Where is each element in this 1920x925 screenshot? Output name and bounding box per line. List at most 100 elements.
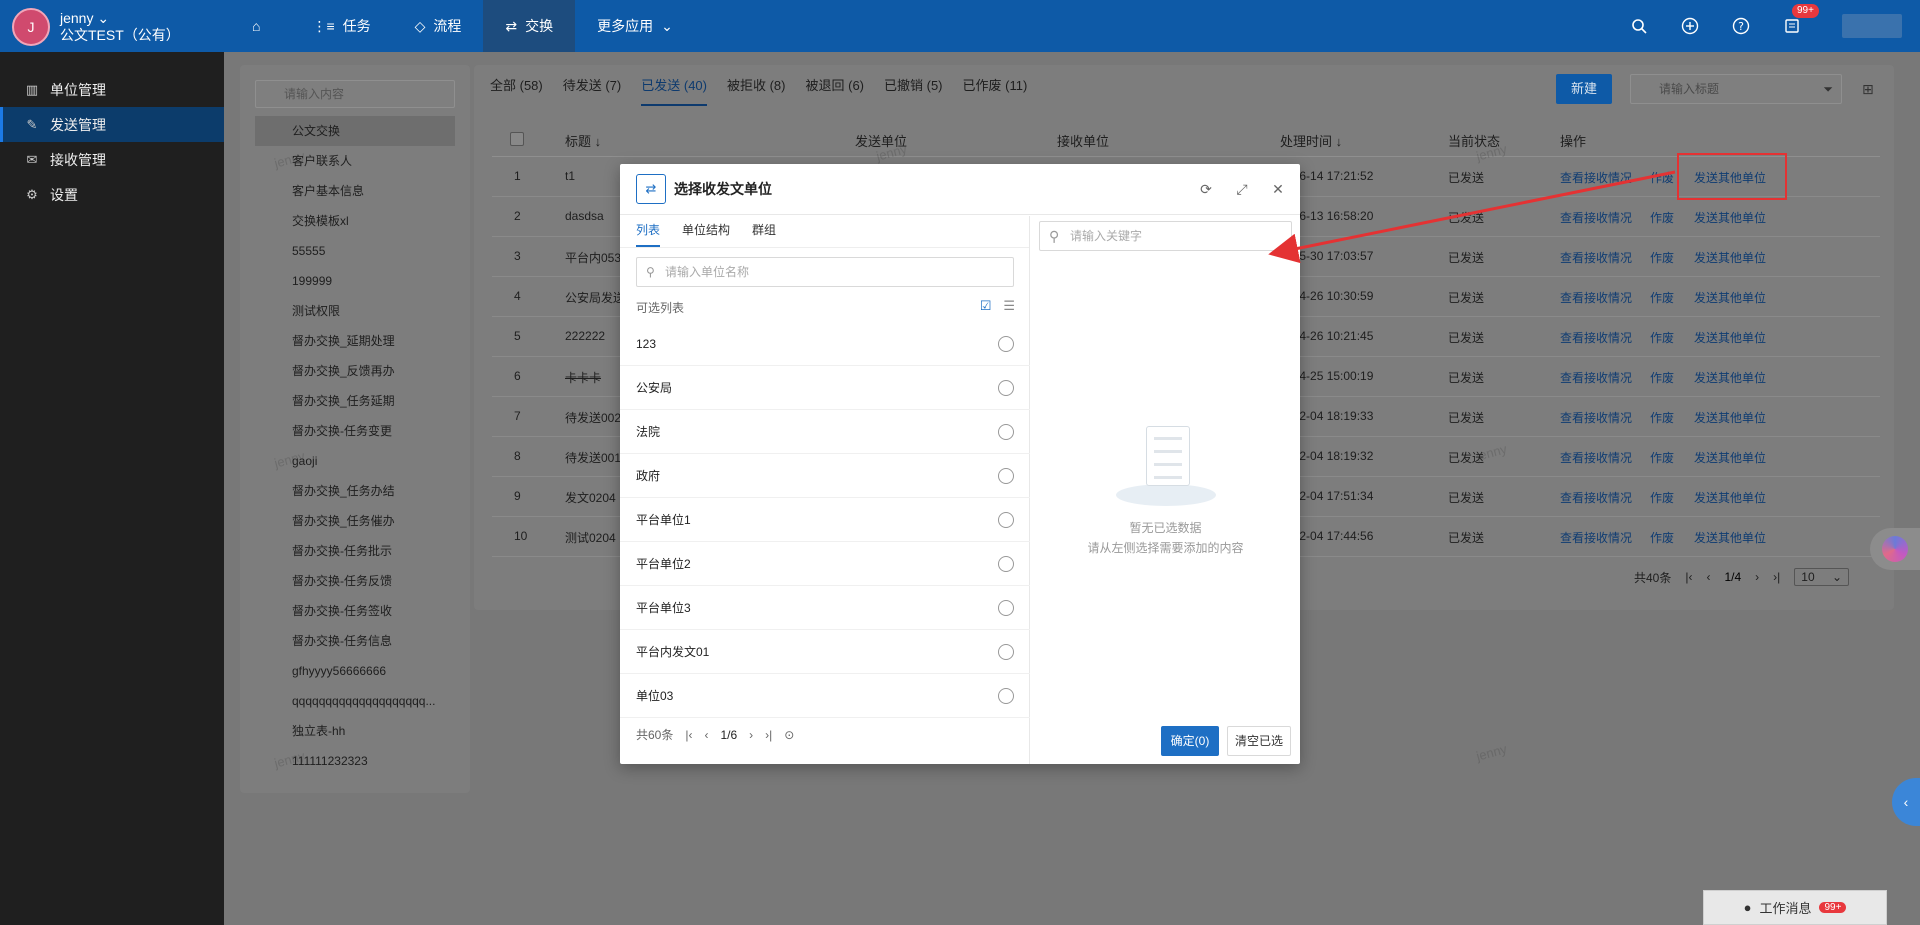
- void-link[interactable]: 作废: [1650, 489, 1674, 506]
- unit-item[interactable]: 单位03: [620, 674, 1030, 718]
- tree-item[interactable]: 督办交换_任务延期: [255, 386, 455, 416]
- tree-item[interactable]: 测试权限: [255, 296, 455, 326]
- tree-item[interactable]: 督办交换_延期处理: [255, 326, 455, 356]
- send-other-units-link[interactable]: 发送其他单位: [1694, 209, 1766, 226]
- unit-radio[interactable]: [998, 555, 1014, 572]
- add-icon[interactable]: [1680, 16, 1700, 36]
- jump-icon[interactable]: ⊙: [784, 728, 794, 742]
- user-menu[interactable]: J jenny ⌄ 公文TEST（公有）: [12, 8, 180, 46]
- void-link[interactable]: 作废: [1650, 289, 1674, 306]
- row-title[interactable]: 测试0204: [565, 529, 616, 546]
- refresh-icon[interactable]: ⟳: [1198, 181, 1214, 198]
- unit-item[interactable]: 平台单位1: [620, 498, 1030, 542]
- message-icon[interactable]: 99+: [1782, 4, 1819, 36]
- keyword-search-input[interactable]: ⚲ 请输入关键字: [1039, 221, 1292, 251]
- unit-radio[interactable]: [998, 335, 1014, 352]
- view-receipt-link[interactable]: 查看接收情况: [1560, 489, 1632, 506]
- checklist-icon[interactable]: ☑: [980, 298, 992, 314]
- next-page-icon[interactable]: ›: [749, 728, 753, 742]
- tree-item[interactable]: 督办交换-任务批示: [255, 536, 455, 566]
- view-receipt-link[interactable]: 查看接收情况: [1560, 529, 1632, 546]
- tab-unit-structure[interactable]: 单位结构: [682, 216, 730, 247]
- tab-pending[interactable]: 待发送 (7): [563, 78, 622, 106]
- unit-item[interactable]: 法院: [620, 410, 1030, 454]
- close-icon[interactable]: ✕: [1270, 181, 1286, 198]
- tab-returned[interactable]: 被退回 (6): [806, 78, 865, 106]
- work-message-bar[interactable]: ● 工作消息 99+: [1703, 890, 1887, 925]
- tree-item[interactable]: 199999: [255, 266, 455, 296]
- send-other-units-link[interactable]: 发送其他单位: [1694, 249, 1766, 266]
- tree-item[interactable]: 公文交换: [255, 116, 455, 146]
- tree-item[interactable]: 独立表-hh: [255, 716, 455, 746]
- unit-radio[interactable]: [998, 467, 1014, 484]
- tree-item[interactable]: 55555: [255, 236, 455, 266]
- view-receipt-link[interactable]: 查看接收情况: [1560, 329, 1632, 346]
- view-receipt-link[interactable]: 查看接收情况: [1560, 449, 1632, 466]
- tab-sent[interactable]: 已发送 (40): [641, 78, 707, 106]
- unit-radio[interactable]: [998, 511, 1014, 528]
- tree-search-input[interactable]: 请输入内容: [255, 80, 455, 108]
- prev-page-icon[interactable]: ‹: [704, 728, 708, 742]
- view-receipt-link[interactable]: 查看接收情况: [1560, 409, 1632, 426]
- tab-list[interactable]: 列表: [636, 216, 661, 247]
- header-title[interactable]: 标题 ↓: [565, 131, 601, 150]
- unit-radio[interactable]: [998, 379, 1014, 396]
- void-link[interactable]: 作废: [1650, 449, 1674, 466]
- tab-revoked[interactable]: 已撤销 (5): [884, 78, 943, 106]
- row-title[interactable]: 待发送002: [565, 409, 621, 426]
- unit-item[interactable]: 123: [620, 322, 1030, 366]
- send-other-units-link[interactable]: 发送其他单位: [1694, 329, 1766, 346]
- row-title[interactable]: t1: [565, 169, 575, 183]
- send-other-units-link[interactable]: 发送其他单位: [1694, 529, 1766, 546]
- menu-settings[interactable]: ⚙ 设置: [0, 177, 224, 212]
- tab-voided[interactable]: 已作废 (11): [963, 78, 1028, 106]
- first-page-icon[interactable]: |‹: [1685, 570, 1692, 584]
- view-receipt-link[interactable]: 查看接收情况: [1560, 249, 1632, 266]
- tree-item[interactable]: 督办交换_反馈再办: [255, 356, 455, 386]
- prev-page-icon[interactable]: ‹: [1706, 570, 1710, 584]
- tree-item[interactable]: 督办交换-任务信息: [255, 626, 455, 656]
- menu-receive-management[interactable]: ✉ 接收管理: [0, 142, 224, 177]
- ai-assistant-button[interactable]: [1870, 528, 1920, 570]
- void-link[interactable]: 作废: [1650, 169, 1674, 186]
- row-title[interactable]: 发文0204: [565, 489, 616, 506]
- tree-item[interactable]: qqqqqqqqqqqqqqqqqqqq...: [255, 686, 455, 716]
- send-other-units-link[interactable]: 发送其他单位: [1694, 369, 1766, 386]
- tree-item[interactable]: 督办交换_任务办结: [255, 476, 455, 506]
- void-link[interactable]: 作废: [1650, 209, 1674, 226]
- void-link[interactable]: 作废: [1650, 329, 1674, 346]
- send-other-units-link[interactable]: 发送其他单位: [1694, 289, 1766, 306]
- void-link[interactable]: 作废: [1650, 529, 1674, 546]
- first-page-icon[interactable]: |‹: [685, 728, 692, 742]
- send-other-units-link[interactable]: 发送其他单位: [1694, 449, 1766, 466]
- column-settings-icon[interactable]: ⊞: [1862, 81, 1874, 98]
- nav-home[interactable]: ⌂: [230, 0, 290, 52]
- void-link[interactable]: 作废: [1650, 409, 1674, 426]
- filter-icon[interactable]: ⏷: [1823, 75, 1833, 103]
- tab-all[interactable]: 全部 (58): [490, 78, 543, 106]
- unit-radio[interactable]: [998, 687, 1014, 704]
- tree-item[interactable]: 督办交换-任务反馈: [255, 566, 455, 596]
- tree-item[interactable]: 督办交换_任务催办: [255, 506, 455, 536]
- tab-group[interactable]: 群组: [752, 216, 776, 247]
- view-receipt-link[interactable]: 查看接收情况: [1560, 369, 1632, 386]
- next-page-icon[interactable]: ›: [1755, 570, 1759, 584]
- view-receipt-link[interactable]: 查看接收情况: [1560, 209, 1632, 226]
- unit-radio[interactable]: [998, 643, 1014, 660]
- unit-item[interactable]: 平台单位2: [620, 542, 1030, 586]
- unit-item[interactable]: 平台单位3: [620, 586, 1030, 630]
- row-title[interactable]: 待发送001: [565, 449, 621, 466]
- tree-item[interactable]: 客户基本信息: [255, 176, 455, 206]
- tab-rejected[interactable]: 被拒收 (8): [727, 78, 786, 106]
- void-link[interactable]: 作废: [1650, 369, 1674, 386]
- tree-item[interactable]: 督办交换-任务签收: [255, 596, 455, 626]
- unit-item[interactable]: 平台内发文01: [620, 630, 1030, 674]
- confirm-button[interactable]: 确定(0): [1161, 726, 1219, 756]
- account-switch[interactable]: [1842, 14, 1902, 38]
- search-icon[interactable]: [1629, 16, 1649, 36]
- maximize-icon[interactable]: ⤢: [1234, 181, 1250, 198]
- tree-item[interactable]: 交换模板xl: [255, 206, 455, 236]
- view-receipt-link[interactable]: 查看接收情况: [1560, 289, 1632, 306]
- list-icon[interactable]: ☰: [1003, 298, 1015, 314]
- last-page-icon[interactable]: ›|: [1773, 570, 1780, 584]
